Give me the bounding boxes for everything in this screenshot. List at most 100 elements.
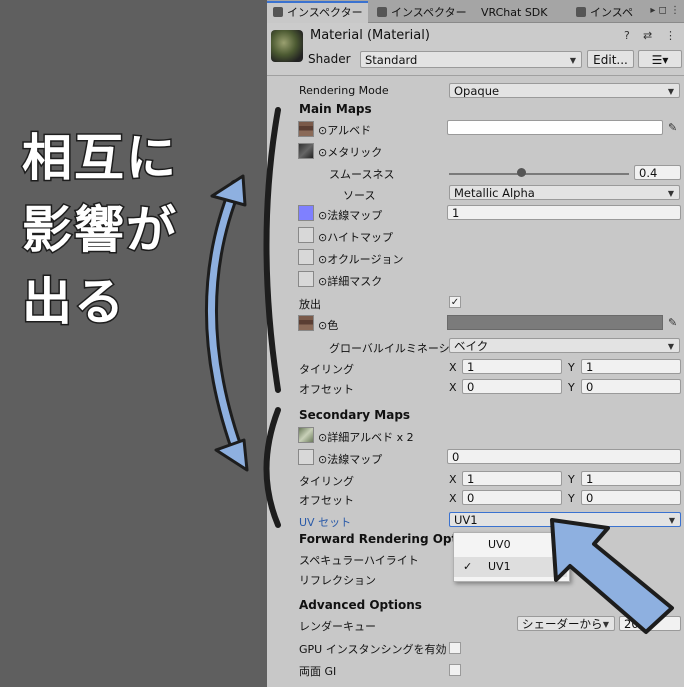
uv-option-uv0[interactable]: UV0 [454, 535, 567, 555]
help-icon[interactable]: ? [624, 29, 630, 42]
tab-label: インスペクター [287, 6, 363, 19]
occlusion-label: ⊙オクルージョン [318, 253, 404, 266]
emission-color-field[interactable] [447, 315, 663, 330]
annotation-line-2: 影響が [21, 200, 178, 261]
source-value: Metallic Alpha [454, 186, 535, 200]
smoothness-value-field[interactable]: 0.4 [634, 165, 681, 180]
inspector-icon [377, 7, 387, 17]
tab-label: インスペクター [391, 6, 467, 19]
normal-scale-field[interactable]: 1 [447, 205, 681, 220]
secondary-offset-label: オフセット [299, 494, 354, 507]
shader-dropdown[interactable]: Standard ▼ [360, 51, 582, 68]
detail-albedo-texture-slot[interactable] [298, 427, 314, 443]
source-dropdown[interactable]: Metallic Alpha ▼ [449, 185, 680, 200]
secondary-tiling-x-field[interactable]: 1 [462, 471, 562, 486]
tab-inspector-3[interactable]: インスペ [570, 3, 642, 22]
emission-checkbox[interactable]: ✓ [449, 296, 461, 308]
offset-y-field[interactable]: 0 [581, 379, 681, 394]
secondary-tiling-x-label: X [449, 473, 457, 486]
shader-label: Shader [308, 52, 351, 66]
tab-inspector-2[interactable]: インスペクター [371, 3, 471, 22]
annotation-line-1: 相互に [21, 128, 178, 189]
tab-vrchat-sdk[interactable]: VRChat SDK [473, 3, 568, 22]
offset-label: オフセット [299, 383, 354, 396]
occlusion-texture-slot[interactable] [298, 249, 314, 265]
metallic-label: ⊙メタリック [318, 146, 383, 159]
eyedropper-icon[interactable]: ✎ [668, 316, 677, 329]
smoothness-slider-track[interactable] [449, 173, 629, 175]
chevron-down-icon: ▼ [668, 516, 675, 525]
checkmark-icon: ✓ [463, 560, 473, 573]
advanced-options-title: Advanced Options [299, 598, 422, 612]
global-illumination-dropdown[interactable]: ベイク ▼ [449, 338, 680, 353]
material-title: Material (Material) [310, 28, 430, 43]
more-menu-icon[interactable]: ⋮ [665, 29, 676, 42]
secondary-offset-x-label: X [449, 492, 457, 505]
shader-value: Standard [365, 53, 418, 67]
double-sided-gi-label: 両面 GI [299, 665, 337, 678]
uv-set-popup: UV0 ✓ UV1 [453, 532, 570, 582]
height-map-label: ⊙ハイトマップ [318, 231, 393, 244]
uv-set-value: UV1 [454, 513, 478, 527]
secondary-offset-x-field[interactable]: 0 [462, 490, 562, 505]
albedo-color-field[interactable] [447, 120, 663, 135]
secondary-normal-texture-slot[interactable] [298, 449, 314, 465]
tiling-y-field[interactable]: 1 [581, 359, 681, 374]
rendering-mode-dropdown[interactable]: Opaque ▼ [449, 83, 680, 98]
shader-list-button[interactable]: ☰▾ [638, 50, 682, 68]
double-sided-gi-checkbox[interactable] [449, 664, 461, 676]
secondary-tiling-label: タイリング [299, 475, 354, 488]
rendering-mode-label: Rendering Mode [299, 84, 389, 97]
smoothness-slider-knob[interactable] [517, 168, 526, 177]
inspector-panel: インスペクター インスペクター VRChat SDK インスペ ▸ ◻ ⋮ Ma… [267, 0, 684, 687]
chevron-down-icon: ▼ [602, 620, 609, 629]
tiling-x-label: X [449, 361, 457, 374]
height-texture-slot[interactable] [298, 227, 314, 243]
reflections-label: リフレクション [299, 574, 376, 587]
uv-set-label: UV セット [299, 516, 352, 529]
detail-mask-label: ⊙詳細マスク [318, 275, 383, 288]
detail-mask-texture-slot[interactable] [298, 271, 314, 287]
chevron-down-icon: ▼ [667, 342, 674, 351]
secondary-offset-y-field[interactable]: 0 [581, 490, 681, 505]
chevron-down-icon: ▼ [667, 189, 674, 198]
emission-texture-slot[interactable] [298, 315, 314, 331]
secondary-normal-label: ⊙法線マップ [318, 453, 383, 466]
normal-texture-slot[interactable] [298, 205, 314, 221]
albedo-texture-slot[interactable] [298, 121, 314, 137]
chevron-down-icon: ▼ [667, 87, 674, 96]
uv-set-dropdown[interactable]: UV1 ▼ [449, 512, 681, 527]
annotation-line-3: 出る [21, 272, 126, 333]
uv-option-uv1[interactable]: ✓ UV1 [454, 557, 567, 577]
secondary-normal-scale-field[interactable]: 0 [447, 449, 681, 464]
source-label: ソース [343, 189, 376, 202]
tiling-y-label: Y [568, 361, 575, 374]
main-maps-title: Main Maps [299, 102, 372, 116]
rendering-mode-value: Opaque [454, 84, 500, 98]
gpu-instancing-label: GPU インスタンシングを有効にす [299, 643, 447, 656]
eyedropper-icon[interactable]: ✎ [668, 121, 677, 134]
specular-highlights-label: スペキュラーハイライト [299, 554, 419, 567]
gpu-instancing-checkbox[interactable] [449, 642, 461, 654]
tab-menu-icons[interactable]: ▸ ◻ ⋮ [650, 5, 680, 16]
material-header: Material (Material) ? ⇄ ⋮ Shader Standar… [267, 23, 684, 76]
offset-y-label: Y [568, 381, 575, 394]
forward-rendering-title: Forward Rendering Opt [299, 532, 458, 546]
inspector-icon [576, 7, 586, 17]
tiling-x-field[interactable]: 1 [462, 359, 562, 374]
metallic-texture-slot[interactable] [298, 143, 314, 159]
render-queue-mode-dropdown[interactable]: シェーダーから ▼ [517, 616, 615, 631]
secondary-maps-title: Secondary Maps [299, 408, 411, 422]
emission-color-label: ⊙色 [318, 319, 339, 332]
inspector-icon [273, 7, 283, 17]
scene-background [0, 0, 267, 687]
offset-x-field[interactable]: 0 [462, 379, 562, 394]
render-queue-value-field[interactable]: 2000 [619, 616, 681, 631]
render-queue-label: レンダーキュー [299, 620, 376, 633]
preset-icon[interactable]: ⇄ [643, 29, 652, 42]
emission-label: 放出 [299, 298, 321, 311]
secondary-tiling-y-field[interactable]: 1 [581, 471, 681, 486]
tab-inspector-1[interactable]: インスペクター [267, 1, 368, 24]
gi-value: ベイク [454, 339, 489, 353]
edit-shader-button[interactable]: Edit... [587, 50, 634, 68]
